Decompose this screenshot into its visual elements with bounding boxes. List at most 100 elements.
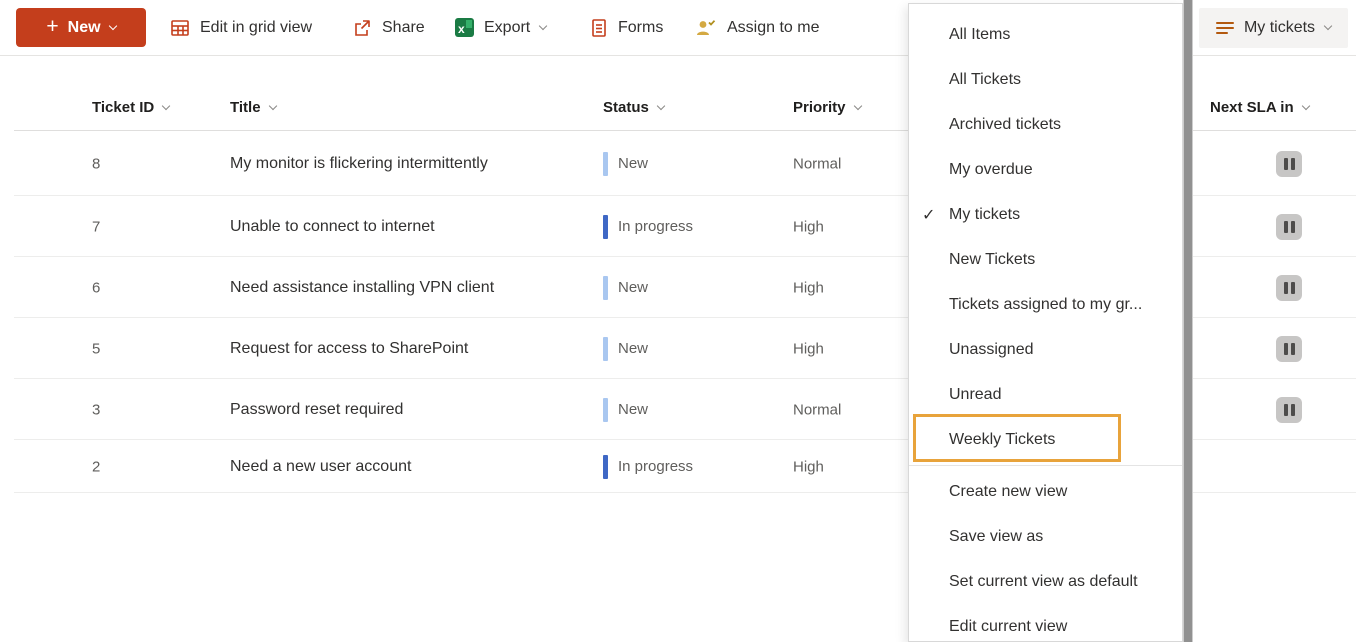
menu-item-label: All Tickets: [949, 71, 1021, 89]
menu-item-my-tickets[interactable]: ✓ My tickets: [909, 192, 1182, 237]
ticket-id-cell: 8: [92, 155, 100, 172]
priority-cell: High: [793, 218, 824, 235]
chevron-down-icon: [1324, 22, 1332, 30]
column-header-next-sla[interactable]: Next SLA in: [1210, 85, 1309, 130]
menu-item-label: Save view as: [949, 528, 1043, 546]
export-button[interactable]: x Export: [455, 0, 546, 55]
pause-sla-button[interactable]: [1276, 214, 1302, 240]
edit-in-grid-view-button[interactable]: Edit in grid view: [170, 0, 312, 55]
menu-item-label: Unread: [949, 386, 1001, 404]
chevron-down-icon: [853, 101, 861, 109]
menu-item-label: My overdue: [949, 161, 1033, 179]
assign-to-me-button[interactable]: Assign to me: [695, 0, 819, 55]
menu-item-edit-current-view[interactable]: Edit current view: [909, 604, 1182, 642]
ticket-title-link[interactable]: Need a new user account: [230, 458, 411, 476]
menu-item-set-current-view-as-default[interactable]: Set current view as default: [909, 559, 1182, 604]
pause-icon: [1284, 404, 1288, 416]
check-icon: ✓: [922, 205, 935, 225]
priority-cell: Normal: [793, 155, 841, 172]
priority-cell: High: [793, 458, 824, 475]
menu-item-label: Tickets assigned to my gr...: [949, 296, 1142, 314]
ticket-id-cell: 3: [92, 401, 100, 418]
excel-icon: x: [455, 18, 474, 37]
assign-to-me-label: Assign to me: [727, 19, 819, 37]
status-cell: In progress: [603, 455, 693, 479]
menu-item-label: Unassigned: [949, 341, 1034, 359]
column-label: Status: [603, 99, 649, 116]
pause-sla-button[interactable]: [1276, 336, 1302, 362]
menu-item-my-overdue[interactable]: ✓ My overdue: [909, 147, 1182, 192]
edit-in-grid-view-label: Edit in grid view: [200, 19, 312, 37]
menu-item-tickets-assigned-to-my-group[interactable]: ✓ Tickets assigned to my gr...: [909, 282, 1182, 327]
status-label: New: [618, 279, 648, 296]
ticket-title-link[interactable]: Need assistance installing VPN client: [230, 279, 494, 297]
new-button-label: New: [68, 19, 101, 37]
chevron-down-icon: [268, 101, 276, 109]
menu-item-label: Create new view: [949, 483, 1067, 501]
status-cell: In progress: [603, 215, 693, 239]
view-selector-menu: ✓ All Items ✓ All Tickets ✓ Archived tic…: [908, 3, 1183, 642]
column-label: Next SLA in: [1210, 99, 1294, 116]
pause-icon: [1284, 158, 1288, 170]
menu-item-label: Weekly Tickets: [949, 431, 1055, 449]
ticket-title-link[interactable]: My monitor is flickering intermittently: [230, 155, 488, 173]
column-header-title[interactable]: Title: [230, 85, 276, 130]
menu-item-new-tickets[interactable]: ✓ New Tickets: [909, 237, 1182, 282]
status-label: New: [618, 401, 648, 418]
status-bar: [603, 152, 608, 176]
pause-icon: [1284, 282, 1288, 294]
column-label: Priority: [793, 99, 846, 116]
pause-sla-button[interactable]: [1276, 397, 1302, 423]
priority-cell: Normal: [793, 401, 841, 418]
ticket-title-link[interactable]: Unable to connect to internet: [230, 218, 435, 236]
menu-item-archived-tickets[interactable]: ✓ Archived tickets: [909, 102, 1182, 147]
status-cell: New: [603, 276, 648, 300]
column-label: Title: [230, 99, 261, 116]
share-button[interactable]: Share: [352, 0, 425, 55]
column-header-ticket-id[interactable]: Ticket ID: [92, 85, 169, 130]
share-icon: [352, 18, 372, 38]
status-label: In progress: [618, 218, 693, 235]
status-cell: New: [603, 152, 648, 176]
new-button[interactable]: + New: [16, 8, 146, 47]
menu-item-all-items[interactable]: ✓ All Items: [909, 12, 1182, 57]
pause-sla-button[interactable]: [1276, 275, 1302, 301]
menu-item-all-tickets[interactable]: ✓ All Tickets: [909, 57, 1182, 102]
ticket-title-link[interactable]: Request for access to SharePoint: [230, 340, 468, 358]
menu-item-label: Edit current view: [949, 618, 1067, 636]
export-label: Export: [484, 19, 530, 37]
chevron-down-icon: [539, 21, 547, 29]
menu-item-label: Set current view as default: [949, 573, 1138, 591]
view-list-icon: [1216, 22, 1234, 34]
vertical-scrollbar[interactable]: [1183, 0, 1193, 642]
priority-cell: High: [793, 340, 824, 357]
share-label: Share: [382, 19, 425, 37]
ticket-id-cell: 6: [92, 279, 100, 296]
column-header-status[interactable]: Status: [603, 85, 664, 130]
chevron-down-icon: [108, 21, 116, 29]
menu-item-label: New Tickets: [949, 251, 1035, 269]
status-bar: [603, 337, 608, 361]
menu-item-label: All Items: [949, 26, 1010, 44]
pause-sla-button[interactable]: [1276, 151, 1302, 177]
person-check-icon: [695, 18, 717, 38]
status-cell: New: [603, 398, 648, 422]
chevron-down-icon: [657, 101, 665, 109]
menu-item-create-new-view[interactable]: Create new view: [909, 469, 1182, 514]
status-label: New: [618, 155, 648, 172]
view-selector-button[interactable]: My tickets: [1199, 8, 1348, 48]
ticket-title-link[interactable]: Password reset required: [230, 401, 403, 419]
forms-button[interactable]: Forms: [590, 0, 663, 55]
menu-item-unread[interactable]: ✓ Unread: [909, 372, 1182, 417]
status-bar: [603, 276, 608, 300]
status-label: New: [618, 340, 648, 357]
column-header-priority[interactable]: Priority: [793, 85, 861, 130]
menu-item-save-view-as[interactable]: Save view as: [909, 514, 1182, 559]
menu-item-weekly-tickets[interactable]: ✓ Weekly Tickets: [909, 417, 1182, 462]
status-bar: [603, 398, 608, 422]
pause-icon: [1284, 221, 1288, 233]
menu-item-unassigned[interactable]: ✓ Unassigned: [909, 327, 1182, 372]
menu-item-label: My tickets: [949, 206, 1020, 224]
chevron-down-icon: [162, 101, 170, 109]
pause-icon: [1284, 343, 1288, 355]
